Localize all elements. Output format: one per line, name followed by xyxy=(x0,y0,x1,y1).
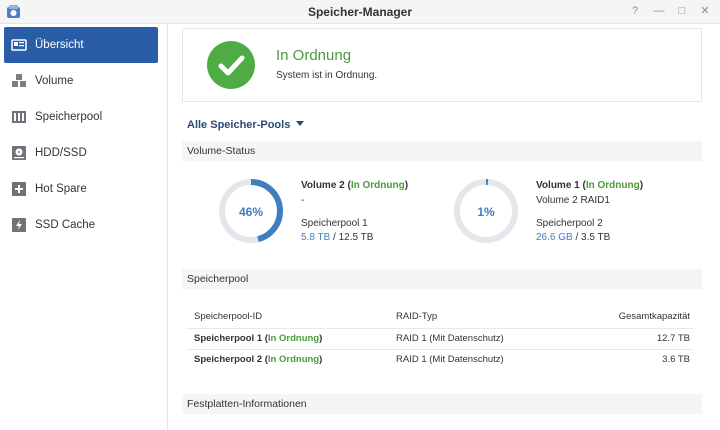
pool-id-cell: Speicherpool 1 (In Ordnung) xyxy=(194,333,322,344)
window-title: Speicher-Manager xyxy=(307,5,413,19)
pools-filter-label: Alle Speicher-Pools xyxy=(187,119,291,131)
paren-close: ) xyxy=(319,354,323,365)
volume-name: Volume 1 xyxy=(536,180,580,191)
status-title: In Ordnung xyxy=(276,47,352,64)
main-panel: In Ordnung System ist in Ordnung. Alle S… xyxy=(168,24,720,430)
volume-2-title[interactable]: Volume 2 (In Ordnung) xyxy=(301,180,408,191)
overview-icon xyxy=(11,39,27,51)
sidebar-item-hot-spare[interactable]: Hot Spare xyxy=(4,171,158,207)
pool-id: Speicherpool 1 xyxy=(194,333,263,344)
paren-close: ) xyxy=(319,333,323,344)
volume-2-percent: 46% xyxy=(238,205,264,219)
raid-type-cell: RAID 1 (Mit Datenschutz) xyxy=(396,354,504,365)
capacity-cell: 12.7 TB xyxy=(656,333,690,344)
sidebar-item-label: SSD Cache xyxy=(35,219,96,231)
pool-id: Speicherpool 2 xyxy=(194,354,263,365)
usage-separator: / xyxy=(330,232,339,243)
system-status-card: In Ordnung System ist in Ordnung. xyxy=(182,28,702,102)
used-value: 5.8 TB xyxy=(301,232,331,243)
storage-pool-heading: Speicherpool xyxy=(182,269,702,289)
sidebar-item-ssd-cache[interactable]: SSD Cache xyxy=(4,207,158,243)
minimize-button[interactable]: — xyxy=(652,4,666,18)
status-subtitle: System ist in Ordnung. xyxy=(276,70,378,81)
sidebar-item-overview[interactable]: Übersicht xyxy=(4,27,158,63)
ssd-cache-icon xyxy=(12,218,26,232)
paren-close: ) xyxy=(404,180,409,191)
help-button[interactable]: ? xyxy=(628,4,642,18)
volume-1-description: Volume 2 RAID1 xyxy=(536,195,610,206)
title-bar: Speicher-Manager ? — □ ✕ xyxy=(0,0,720,24)
volume-status-text: In Ordnung xyxy=(350,180,405,191)
sidebar-item-label: Hot Spare xyxy=(35,183,87,195)
volume-cubes-icon xyxy=(12,74,26,87)
used-value: 26.6 GB xyxy=(536,232,573,243)
volume-2-pool: Speicherpool 1 xyxy=(301,218,368,229)
sidebar-item-volume[interactable]: Volume xyxy=(4,63,158,99)
capacity-cell: 3.6 TB xyxy=(662,354,690,365)
volume-1-percent: 1% xyxy=(477,205,495,219)
sidebar-item-hdd-ssd[interactable]: HDD/SSD xyxy=(4,135,158,171)
disk-info-heading: Festplatten-Informationen xyxy=(182,394,702,414)
volume-name: Volume 2 xyxy=(301,180,345,191)
sidebar-item-label: Speicherpool xyxy=(35,111,103,123)
total-value: 12.5 TB xyxy=(338,232,374,243)
volume-2-description: - xyxy=(301,195,305,206)
total-value: 3.5 TB xyxy=(581,232,611,243)
sidebar-item-label: HDD/SSD xyxy=(35,147,87,159)
volume-1-pool: Speicherpool 2 xyxy=(536,218,603,229)
raid-type-cell: RAID 1 (Mit Datenschutz) xyxy=(396,333,504,344)
sidebar-item-label: Übersicht xyxy=(35,39,84,51)
table-divider xyxy=(186,328,694,329)
table-divider xyxy=(186,349,694,350)
chevron-down-icon xyxy=(296,121,305,126)
volume-1-title[interactable]: Volume 1 (In Ordnung) xyxy=(536,180,643,191)
pool-status: In Ordnung xyxy=(267,354,320,365)
sidebar: Übersicht Volume Speicherpool HDD/SSD Ho… xyxy=(0,24,168,430)
check-icon xyxy=(207,41,255,89)
hdd-icon xyxy=(12,146,26,160)
column-header-pool-id[interactable]: Speicherpool-ID xyxy=(194,311,262,322)
volume-status-text: In Ordnung xyxy=(585,180,640,191)
sidebar-item-storage-pool[interactable]: Speicherpool xyxy=(4,99,158,135)
column-header-raid-type[interactable]: RAID-Typ xyxy=(396,311,437,322)
volume-1-usage: 26.6 GB / 3.5 TB xyxy=(536,232,610,243)
hot-spare-icon xyxy=(12,182,26,196)
pools-filter-dropdown[interactable]: Alle Speicher-Pools xyxy=(187,119,305,131)
column-header-capacity[interactable]: Gesamtkapazität xyxy=(548,311,690,322)
sidebar-item-label: Volume xyxy=(35,75,74,87)
close-button[interactable]: ✕ xyxy=(698,4,712,18)
volume-2-usage: 5.8 TB / 12.5 TB xyxy=(301,232,373,243)
pool-status: In Ordnung xyxy=(267,333,320,344)
volume-status-heading: Volume-Status xyxy=(182,141,702,161)
maximize-button[interactable]: □ xyxy=(675,4,689,18)
usage-separator: / xyxy=(572,232,582,243)
paren-close: ) xyxy=(639,180,644,191)
storage-pool-icon xyxy=(12,111,26,123)
pool-id-cell: Speicherpool 2 (In Ordnung) xyxy=(194,354,322,365)
